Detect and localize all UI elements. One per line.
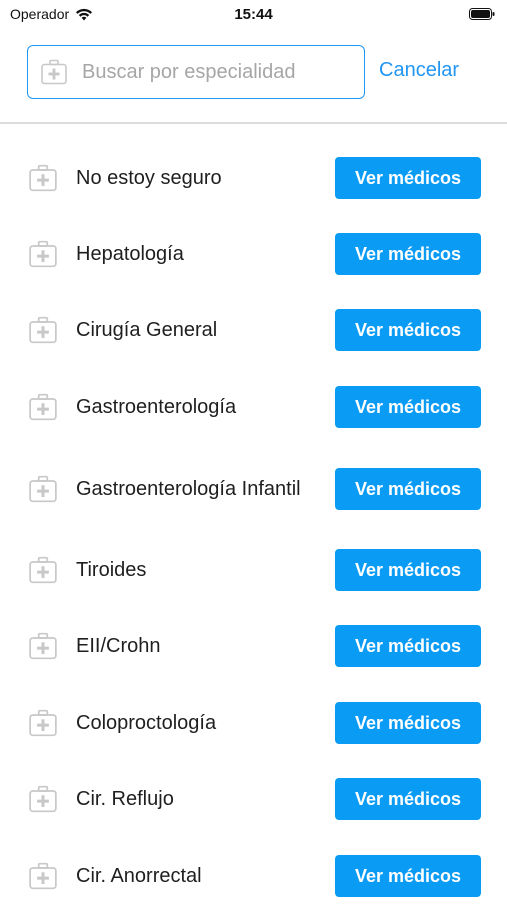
search-bar: Cancelar <box>27 45 487 101</box>
ver-medicos-button[interactable]: Ver médicos <box>335 468 481 510</box>
specialty-label: Gastroenterología <box>76 396 237 418</box>
ver-medicos-button[interactable]: Ver médicos <box>335 549 481 591</box>
status-time: 15:44 <box>234 6 273 23</box>
medical-kit-icon <box>29 240 57 268</box>
search-field[interactable] <box>27 45 365 99</box>
medical-kit-icon <box>29 709 57 737</box>
medical-kit-icon <box>29 632 57 660</box>
specialty-label: Gastroenterología Infantil <box>76 478 301 500</box>
medical-kit-icon <box>29 316 57 344</box>
ver-medicos-button[interactable]: Ver médicos <box>335 386 481 428</box>
list-item: No estoy seguro Ver médicos <box>0 140 507 216</box>
list-item: Gastroenterología Infantil Ver médicos <box>0 451 507 527</box>
cancel-button[interactable]: Cancelar <box>379 59 459 82</box>
specialty-label: Cirugía General <box>76 319 218 341</box>
ver-medicos-button[interactable]: Ver médicos <box>335 855 481 897</box>
specialty-label: Tiroides <box>76 559 147 581</box>
ver-medicos-button[interactable]: Ver médicos <box>335 778 481 820</box>
medical-kit-icon <box>29 393 57 421</box>
medical-kit-icon <box>29 475 57 503</box>
battery-icon <box>469 8 495 20</box>
ver-medicos-button[interactable]: Ver médicos <box>335 309 481 351</box>
medical-kit-icon <box>29 556 57 584</box>
medical-kit-icon <box>41 59 67 85</box>
ver-medicos-button[interactable]: Ver médicos <box>335 233 481 275</box>
list-item: Coloproctología Ver médicos <box>0 685 507 761</box>
divider <box>0 122 507 124</box>
specialty-label: EII/Crohn <box>76 635 161 657</box>
search-input[interactable] <box>82 60 332 84</box>
list-item: Tiroides Ver médicos <box>0 532 507 608</box>
list-item: Hepatología Ver médicos <box>0 216 507 292</box>
list-item: Cir. Anorrectal Ver médicos <box>0 838 507 914</box>
ver-medicos-button[interactable]: Ver médicos <box>335 702 481 744</box>
specialty-label: Coloproctología <box>76 712 217 734</box>
ver-medicos-button[interactable]: Ver médicos <box>335 157 481 199</box>
list-item: Cirugía General Ver médicos <box>0 292 507 368</box>
specialty-label: Cir. Anorrectal <box>76 865 202 887</box>
specialty-label: Hepatología <box>76 243 184 265</box>
list-item: EII/Crohn Ver médicos <box>0 608 507 684</box>
medical-kit-icon <box>29 862 57 890</box>
list-item: Gastroenterología Ver médicos <box>0 369 507 445</box>
ver-medicos-button[interactable]: Ver médicos <box>335 625 481 667</box>
status-bar: Operador 15:44 <box>0 0 507 28</box>
specialty-label: No estoy seguro <box>76 167 222 189</box>
specialty-label: Cir. Reflujo <box>76 788 174 810</box>
list-item: Cir. Reflujo Ver médicos <box>0 761 507 837</box>
medical-kit-icon <box>29 164 57 192</box>
medical-kit-icon <box>29 785 57 813</box>
